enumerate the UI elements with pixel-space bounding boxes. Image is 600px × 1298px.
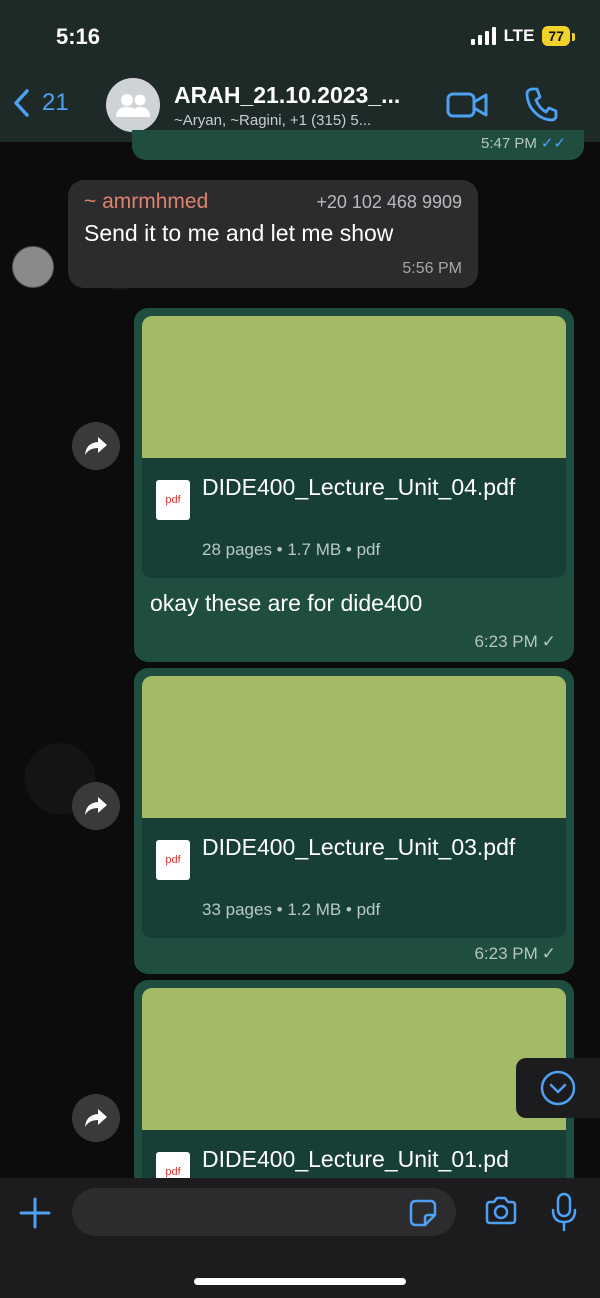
attach-button[interactable] [18,1196,52,1235]
document-thumbnail[interactable] [142,316,566,458]
composer-bar [0,1178,600,1298]
message-time: 5:47 PM ✓✓ [480,135,566,152]
microphone-icon [551,1192,577,1232]
forward-button[interactable] [72,422,120,470]
status-indicators: LTE 77 [470,26,575,46]
video-call-button[interactable] [446,90,488,125]
message-time: 5:56 PM [402,260,462,277]
document-meta: 28 pages • 1.7 MB • pdf [202,540,381,559]
battery-icon: 77 [542,26,575,46]
pdf-file-icon: pdf [156,1152,190,1178]
video-call-icon [446,92,488,118]
forward-arrow-icon [85,437,107,455]
sender-name[interactable]: ~ amrmhmed [84,190,208,214]
group-avatar[interactable] [106,78,160,132]
document-thumbnail[interactable] [142,988,566,1130]
voice-call-button[interactable] [524,86,558,127]
message-input[interactable] [72,1188,456,1236]
chat-title[interactable]: ARAH_21.10.2023_... [174,82,429,109]
document-name: DIDE400_Lecture_Unit_04.pdf [202,474,516,500]
document-message-bubble[interactable]: pdf DIDE400_Lecture_Unit_01.pd [134,980,574,1178]
group-icon [116,94,150,117]
voice-note-button[interactable] [550,1192,578,1237]
chevron-left-icon [14,89,29,117]
back-button[interactable]: 21 [12,88,69,118]
phone-icon [525,87,558,122]
document-info[interactable]: pdf DIDE400_Lecture_Unit_01.pd [142,1130,566,1178]
document-thumbnail[interactable] [142,676,566,818]
sticker-button[interactable] [408,1198,438,1233]
forward-arrow-icon [85,797,107,815]
document-info[interactable]: pdf DIDE400_Lecture_Unit_03.pdf 33 pages… [142,818,566,938]
previous-message-bubble[interactable]: 5:47 PM ✓✓ [132,130,584,160]
check-icon: ✓ [541,632,556,651]
message-time: 6:23 PM ✓ [474,944,556,963]
network-label: LTE [503,26,535,45]
message-caption: okay these are for dide400 [150,590,423,616]
status-time: 5:16 [56,24,101,49]
check-icon: ✓ [541,944,556,963]
document-meta: 33 pages • 1.2 MB • pdf [202,900,381,919]
camera-button[interactable] [484,1196,518,1231]
pdf-file-icon: pdf [156,840,190,880]
chevron-down-circle-icon [540,1070,576,1106]
scroll-to-bottom-button[interactable] [516,1058,600,1118]
incoming-message-bubble[interactable]: ~ amrmhmed +20 102 468 9909 Send it to m… [68,180,478,288]
double-check-icon: ✓✓ [540,135,566,152]
forward-button[interactable] [72,1094,120,1142]
chat-header: 5:16 LTE 77 21 ARAH_21.10.2023_... ~Arya… [0,0,600,142]
document-info[interactable]: pdf DIDE400_Lecture_Unit_04.pdf 28 pages… [142,458,566,578]
home-indicator [194,1278,406,1285]
document-message-bubble[interactable]: pdf DIDE400_Lecture_Unit_04.pdf 28 pages… [134,308,574,662]
chat-participants[interactable]: ~Aryan, ~Ragini, +1 (315) 5... [174,112,429,129]
document-name: DIDE400_Lecture_Unit_03.pdf [202,834,516,860]
message-text: Send it to me and let me show [84,220,394,246]
document-message-bubble[interactable]: pdf DIDE400_Lecture_Unit_03.pdf 33 pages… [134,668,574,974]
sender-phone: +20 102 468 9909 [316,192,462,212]
plus-icon [19,1197,51,1229]
camera-icon [485,1196,517,1225]
signal-icon [470,27,496,45]
sticker-icon [409,1199,437,1227]
forward-arrow-icon [85,1109,107,1127]
pdf-file-icon: pdf [156,480,190,520]
forward-button[interactable] [72,782,120,830]
message-time: 6:23 PM ✓ [474,632,556,651]
document-name: DIDE400_Lecture_Unit_01.pd [202,1146,509,1172]
sender-avatar[interactable] [12,246,54,288]
unread-count: 21 [42,89,69,116]
